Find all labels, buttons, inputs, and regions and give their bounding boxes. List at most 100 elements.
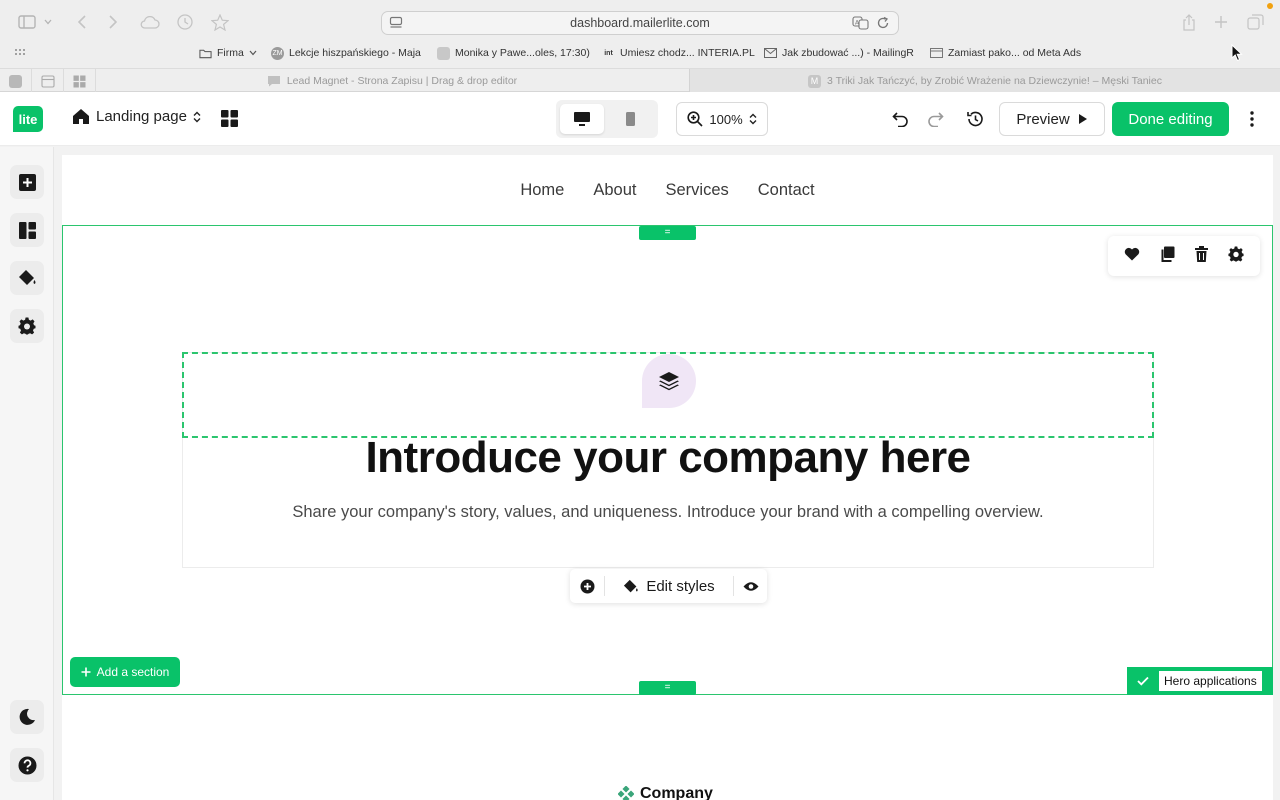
bookmark-label: Monika y Pawe...oles, 17:30) — [455, 47, 590, 59]
bookmark-label: Lekcje hiszpańskiego - Maja — [289, 47, 421, 59]
bookmark-lekcje[interactable]: ZM Lekcje hiszpańskiego - Maja — [271, 44, 421, 62]
desktop-view-button[interactable] — [560, 104, 604, 134]
bookmark-meta-ads[interactable]: Zamiast pako... od Meta Ads — [930, 44, 1081, 62]
help-icon — [18, 756, 36, 774]
bookmarks-grid-icon[interactable] — [12, 44, 28, 62]
sidebar-toggle-icon[interactable] — [17, 12, 37, 32]
bookmark-label: Umiesz chodz... INTERIA.PL — [620, 47, 755, 59]
zoom-selector[interactable]: 100% — [676, 102, 768, 136]
chevron-down-icon[interactable] — [42, 12, 54, 32]
pages-grid-icon[interactable] — [221, 110, 238, 132]
bookmark-label: Zamiast pako... od Meta Ads — [948, 47, 1082, 59]
mail-icon — [764, 47, 777, 60]
company-title: Company — [640, 785, 713, 800]
bookmark-monika[interactable]: Monika y Pawe...oles, 17:30) — [437, 44, 590, 62]
int-icon: int — [604, 49, 613, 57]
mobile-view-button[interactable] — [608, 104, 652, 134]
bookmark-mailingr[interactable]: Jak zbudować ...) - MailingR — [764, 44, 914, 62]
preview-button[interactable]: Preview — [999, 102, 1105, 136]
mailerlite-logo[interactable]: lite — [13, 106, 43, 132]
hero-subheadline[interactable]: Share your company's story, values, and … — [183, 503, 1153, 522]
section-type-label: Hero applications — [1159, 671, 1262, 691]
new-tab-icon[interactable] — [1211, 12, 1231, 32]
page-icon — [437, 46, 450, 60]
plus-square-icon — [18, 173, 36, 191]
add-section-button[interactable]: Add a section — [70, 657, 180, 687]
pinned-tab[interactable] — [32, 69, 64, 93]
bookmark-interia[interactable]: int Umiesz chodz... INTERIA.PL — [602, 44, 755, 62]
tab-overview-icon[interactable] — [1245, 12, 1265, 32]
bookmark-label: Jak zbudować ...) - MailingR — [782, 47, 914, 59]
dark-mode-button[interactable] — [10, 700, 44, 734]
layout-button[interactable] — [10, 213, 44, 247]
settings-button[interactable] — [10, 309, 44, 343]
chat-icon — [267, 76, 280, 87]
reload-icon[interactable] — [876, 16, 890, 35]
hero-section[interactable]: = Introduce your company here Share your… — [62, 225, 1273, 695]
pinned-tab[interactable] — [64, 69, 96, 93]
sort-arrows-icon — [193, 111, 201, 122]
editor-canvas: Home About Services Contact = Introduce … — [62, 155, 1273, 800]
section-drag-handle-top[interactable]: = — [639, 226, 696, 240]
browser-toolbar: dashboard.mailerlite.com A — [0, 0, 1280, 44]
next-section-heading[interactable]: Company — [618, 785, 713, 800]
back-icon[interactable] — [72, 12, 92, 32]
help-button[interactable] — [10, 748, 44, 782]
selected-icon-row[interactable] — [182, 352, 1154, 438]
nav-link-about[interactable]: About — [593, 181, 636, 200]
mouse-cursor-icon — [1231, 44, 1243, 62]
translate-icon[interactable]: A — [852, 16, 870, 35]
version-history-icon[interactable] — [965, 109, 985, 129]
home-icon — [73, 109, 89, 124]
visibility-eye-icon[interactable] — [734, 569, 767, 603]
nav-link-home[interactable]: Home — [520, 181, 564, 200]
section-type-tag[interactable]: Hero applications — [1127, 667, 1273, 695]
more-options-icon[interactable] — [1244, 108, 1260, 130]
plus-icon — [81, 667, 91, 677]
page-selector[interactable]: Landing page — [72, 108, 201, 125]
mobile-icon — [625, 112, 635, 126]
add-block-button[interactable] — [10, 165, 44, 199]
star-icon[interactable] — [210, 12, 230, 32]
section-drag-handle-bottom[interactable]: = — [639, 681, 696, 695]
pinned-tab[interactable] — [0, 69, 32, 93]
done-editing-button[interactable]: Done editing — [1112, 102, 1229, 136]
heart-icon[interactable] — [1124, 247, 1140, 266]
hero-headline[interactable]: Introduce your company here — [183, 433, 1153, 483]
tab-lead-magnet[interactable]: Lead Magnet - Strona Zapisu | Drag & dro… — [96, 69, 688, 93]
styles-button[interactable] — [10, 261, 44, 295]
share-icon[interactable] — [1179, 12, 1199, 32]
icloud-icon[interactable] — [139, 12, 161, 32]
duplicate-icon[interactable] — [1160, 246, 1175, 267]
address-bar[interactable]: dashboard.mailerlite.com A — [381, 11, 899, 35]
nav-link-contact[interactable]: Contact — [758, 181, 815, 200]
content-block[interactable]: Introduce your company here Share your c… — [182, 352, 1154, 568]
bookmark-firma[interactable]: Firma — [199, 44, 257, 62]
nav-link-services[interactable]: Services — [665, 181, 728, 200]
zm-icon: ZM — [271, 46, 284, 60]
section-settings-icon[interactable] — [1228, 245, 1244, 267]
tab-meski-taniec[interactable]: M 3 Triki Jak Tańczyć, by Zrobić Wrażeni… — [689, 69, 1280, 93]
icon-badge[interactable] — [642, 354, 696, 408]
trash-icon[interactable] — [1195, 245, 1208, 267]
paint-bucket-icon — [624, 579, 638, 592]
tab-bar: Lead Magnet - Strona Zapisu | Drag & dro… — [0, 68, 1280, 93]
history-clock-icon[interactable] — [175, 12, 195, 32]
page-settings-icon[interactable] — [389, 16, 403, 35]
edit-styles-button[interactable]: Edit styles — [605, 569, 733, 603]
redo-icon[interactable] — [925, 109, 945, 129]
paint-bucket-icon — [18, 270, 35, 285]
site-navigation: Home About Services Contact — [62, 155, 1273, 225]
editor-sidebar — [0, 147, 54, 800]
zoom-value: 100% — [709, 111, 743, 127]
preview-label: Preview — [1016, 110, 1070, 128]
forward-icon[interactable] — [103, 12, 123, 32]
calendar-icon — [40, 74, 55, 88]
layers-icon — [659, 372, 679, 391]
add-section-label: Add a section — [96, 665, 170, 679]
add-element-icon[interactable] — [570, 569, 604, 603]
folder-icon — [199, 47, 212, 60]
undo-icon[interactable] — [890, 109, 910, 129]
notification-dot — [1267, 3, 1273, 9]
url-text: dashboard.mailerlite.com — [570, 16, 710, 30]
